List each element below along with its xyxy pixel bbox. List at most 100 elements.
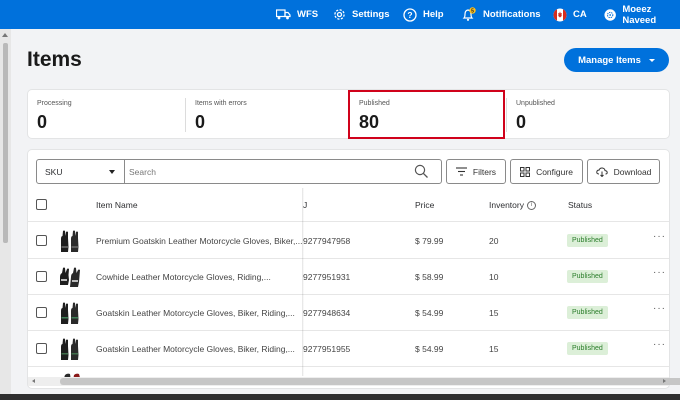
- manage-items-label: Manage Items: [578, 54, 641, 66]
- column-header-price[interactable]: Price: [415, 200, 434, 210]
- cloud-download-icon: [595, 166, 608, 177]
- item-name[interactable]: Cowhide Leather Motorcycle Gloves, Ridin…: [96, 272, 271, 282]
- more-options-icon[interactable]: ···: [653, 339, 666, 350]
- nav-wfs[interactable]: WFS: [276, 0, 318, 29]
- search-icon[interactable]: [414, 164, 429, 179]
- row-checkbox[interactable]: [36, 343, 47, 354]
- stat-label: Items with errors: [195, 100, 247, 107]
- stat-label: Unpublished: [516, 100, 555, 107]
- status-badge: Published: [567, 270, 608, 283]
- nav-settings[interactable]: Settings: [333, 0, 389, 29]
- download-label: Download: [613, 166, 652, 177]
- table-row[interactable]: Cowhide Leather Motorcycle Gloves, Ridin…: [28, 259, 669, 295]
- item-inventory: 15: [489, 344, 499, 354]
- top-nav-bar: WFS Settings ? Help 5 Notifications CA M…: [0, 0, 680, 29]
- help-icon: ?: [403, 7, 417, 22]
- canada-flag-icon: [553, 8, 567, 21]
- glove-product-thumbnail[interactable]: [58, 301, 82, 325]
- item-id: 9277948634: [303, 308, 351, 318]
- configure-button[interactable]: Configure: [510, 159, 583, 184]
- status-badge: Published: [567, 342, 608, 355]
- info-icon[interactable]: i: [526, 201, 536, 211]
- item-inventory: 15: [489, 308, 499, 318]
- glove-product-thumbnail[interactable]: [58, 229, 82, 253]
- table-header: Item Name J Price Inventory i Status: [28, 188, 669, 222]
- more-options-icon[interactable]: ···: [653, 303, 666, 314]
- chevron-down-icon: [648, 58, 655, 62]
- table-row[interactable]: Goatskin Leather Motorcycle Gloves, Bike…: [28, 331, 669, 367]
- row-checkbox[interactable]: [36, 235, 47, 246]
- nav-notifications-label: Notifications: [483, 9, 541, 20]
- filters-button[interactable]: Filters: [446, 159, 506, 184]
- horizontal-scrollbar[interactable]: [28, 377, 680, 386]
- item-price: $ 58.99: [415, 272, 444, 282]
- table-row[interactable]: Premium Goatskin Leather Motorcycle Glov…: [28, 223, 669, 259]
- search-bar: SKU: [36, 159, 442, 184]
- item-name[interactable]: Premium Goatskin Leather Motorcycle Glov…: [96, 236, 302, 246]
- download-button[interactable]: Download: [587, 159, 660, 184]
- gear-icon: [334, 9, 345, 20]
- stat-value: 0: [195, 112, 206, 132]
- nav-settings-label: Settings: [352, 9, 390, 20]
- stat-value: 0: [516, 112, 527, 132]
- nav-help-label: Help: [423, 9, 444, 20]
- vertical-scroll-thumb[interactable]: [3, 43, 8, 243]
- grid-icon: [520, 166, 531, 177]
- row-checkbox[interactable]: [36, 271, 47, 282]
- nav-notifications[interactable]: 5 Notifications: [461, 0, 541, 29]
- scroll-up-arrow-icon[interactable]: [2, 33, 8, 37]
- sticky-column-shadow: [302, 188, 304, 376]
- item-inventory: 20: [489, 236, 499, 246]
- item-id: 9277947958: [303, 236, 351, 246]
- item-name[interactable]: Goatskin Leather Motorcycle Gloves, Bike…: [96, 344, 295, 354]
- stat-label: Processing: [37, 100, 72, 107]
- inventory-header-label: Inventory: [489, 200, 524, 210]
- scroll-right-arrow-icon[interactable]: [663, 379, 666, 383]
- item-name[interactable]: Goatskin Leather Motorcycle Gloves, Bike…: [96, 308, 295, 318]
- horizontal-scroll-thumb[interactable]: [60, 378, 680, 385]
- stat-value: 0: [37, 112, 48, 132]
- nav-help[interactable]: ? Help: [403, 0, 444, 29]
- nav-country-label: CA: [573, 9, 587, 20]
- row-checkbox[interactable]: [36, 307, 47, 318]
- column-header-status[interactable]: Status: [568, 200, 592, 210]
- manage-items-button[interactable]: Manage Items: [564, 48, 669, 72]
- dropdown-caret-icon: [109, 170, 115, 174]
- scroll-left-arrow-icon[interactable]: [32, 379, 35, 383]
- stat-processing[interactable]: Processing 0: [28, 90, 185, 140]
- column-header-item-name[interactable]: Item Name: [96, 200, 138, 210]
- configure-label: Configure: [536, 166, 573, 177]
- page-title: Items: [27, 48, 82, 71]
- filters-label: Filters: [472, 166, 497, 177]
- item-price: $ 79.99: [415, 236, 444, 246]
- nav-wfs-label: WFS: [297, 9, 319, 20]
- more-options-icon[interactable]: ···: [653, 231, 666, 242]
- filter-icon: [455, 167, 467, 176]
- os-taskbar-strip: [0, 394, 680, 400]
- search-field-selected: SKU: [45, 166, 63, 177]
- search-input[interactable]: [127, 161, 407, 182]
- bell-icon: 5: [462, 7, 476, 21]
- item-inventory: 10: [489, 272, 499, 282]
- nav-user-label: Moeez Naveed: [622, 3, 657, 26]
- truck-icon: [276, 9, 291, 20]
- user-avatar-icon: [604, 8, 616, 21]
- vertical-scrollbar[interactable]: [0, 29, 11, 400]
- item-id: 9277951955: [303, 344, 351, 354]
- stat-items-with-errors[interactable]: Items with errors 0: [186, 90, 349, 140]
- more-options-icon[interactable]: ···: [653, 267, 666, 278]
- table-row[interactable]: Goatskin Leather Motorcycle Gloves, Bike…: [28, 295, 669, 331]
- stat-unpublished[interactable]: Unpublished 0: [507, 90, 670, 140]
- item-id: 9277951931: [303, 272, 351, 282]
- glove-product-thumbnail[interactable]: [58, 265, 82, 289]
- status-badge: Published: [567, 234, 608, 247]
- notification-count: 5: [471, 9, 474, 15]
- column-header-inventory[interactable]: Inventory i: [489, 200, 536, 211]
- published-highlight-box: [348, 90, 505, 139]
- nav-country[interactable]: CA: [553, 0, 587, 29]
- status-badge: Published: [567, 306, 608, 319]
- nav-user[interactable]: Moeez Naveed: [604, 0, 680, 29]
- select-all-checkbox[interactable]: [36, 199, 47, 210]
- search-field-select[interactable]: SKU: [37, 160, 125, 183]
- glove-product-thumbnail[interactable]: [58, 337, 82, 361]
